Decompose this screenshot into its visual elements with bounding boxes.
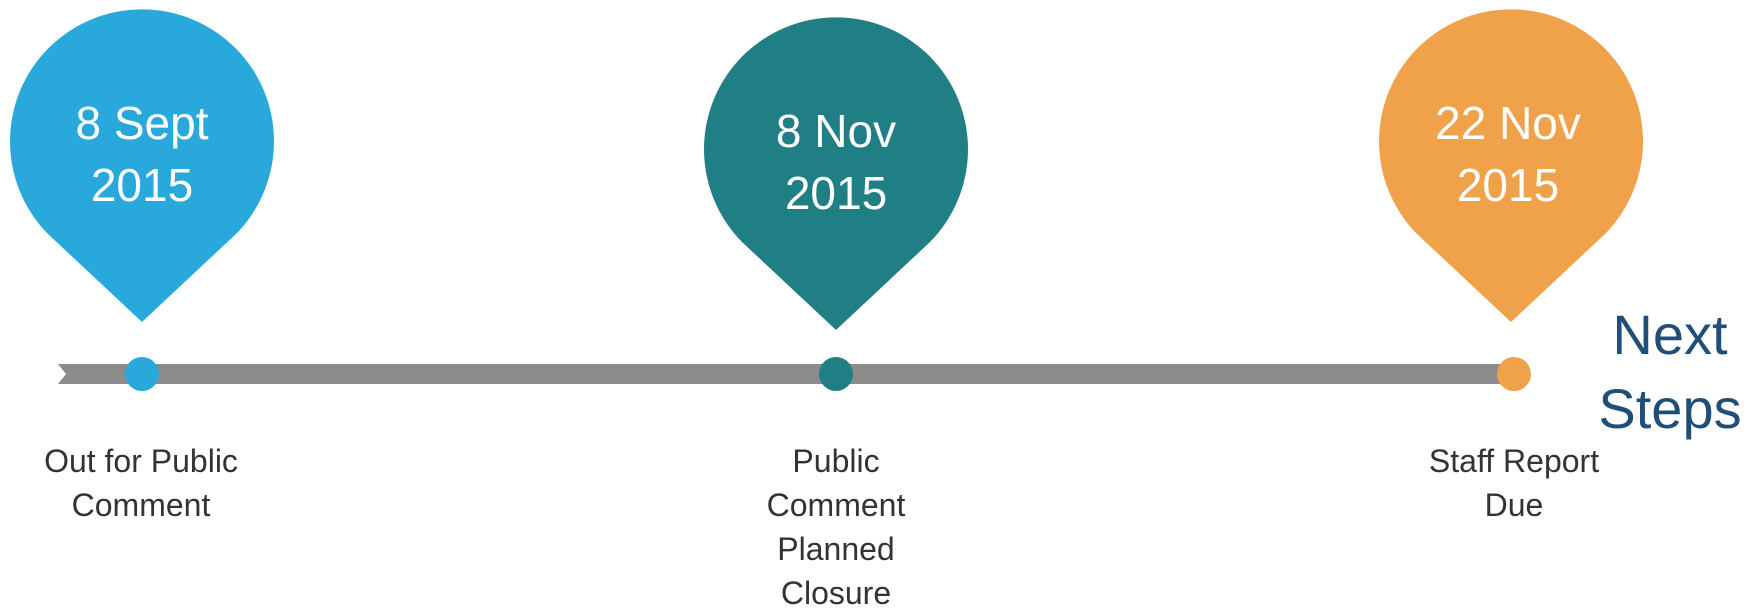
- milestone-date-1-line2: 2015: [90, 159, 194, 211]
- milestone-date-3-line2: 2015: [1456, 159, 1560, 211]
- heading-line1: Next: [1612, 303, 1728, 366]
- milestone-date-2: 8 Nov 2015: [721, 100, 951, 224]
- milestone-label-2-line1: Public: [792, 443, 880, 479]
- heading-line2: Steps: [1598, 377, 1742, 440]
- milestone-label-2: Public Comment Planned Closure: [706, 439, 966, 615]
- milestone-date-3-line1: 22 Nov: [1435, 97, 1581, 149]
- milestone-label-2-line2: Comment: [766, 487, 906, 523]
- milestone-dot-2: [819, 357, 853, 391]
- milestone-label-1-line2: Comment: [71, 487, 211, 523]
- milestone-label-2-line4: Closure: [780, 575, 892, 611]
- milestone-date-2-line1: 8 Nov: [775, 105, 897, 157]
- milestone-date-3: 22 Nov 2015: [1393, 92, 1623, 216]
- milestone-date-2-line2: 2015: [784, 167, 888, 219]
- milestone-label-1: Out for Public Comment: [11, 439, 271, 527]
- timeline-track: [58, 364, 1500, 384]
- milestone-label-3: Staff Report Due: [1384, 439, 1644, 527]
- milestone-dot-1: [125, 357, 159, 391]
- milestone-label-1-line1: Out for Public: [44, 443, 238, 479]
- milestone-date-1-line1: 8 Sept: [75, 97, 209, 149]
- next-steps-heading: Next Steps: [1595, 298, 1745, 446]
- milestone-date-1: 8 Sept 2015: [27, 92, 257, 216]
- milestone-label-2-line3: Planned: [777, 531, 895, 567]
- milestone-label-3-line2: Due: [1484, 487, 1544, 523]
- milestone-dot-3: [1497, 357, 1531, 391]
